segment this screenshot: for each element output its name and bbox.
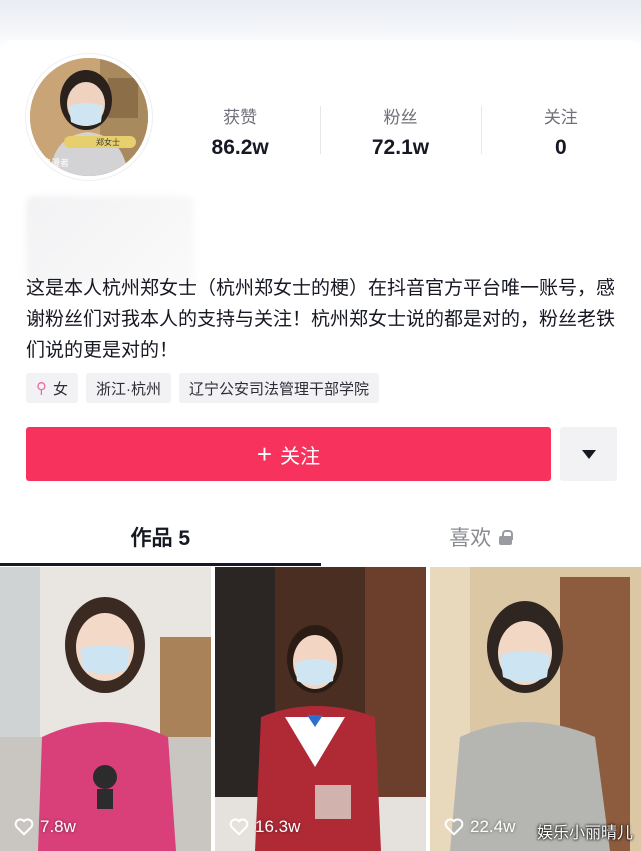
watermark-text: 娱乐小丽晴儿 — [536, 825, 633, 842]
more-options-button[interactable] — [560, 427, 617, 481]
tab-works-label: 作品 5 — [130, 527, 190, 550]
video-thumbnail-image — [0, 567, 211, 851]
gender-label: 女 — [53, 380, 69, 398]
lock-icon — [499, 529, 514, 545]
video-thumbnail-image — [430, 567, 641, 851]
follow-button[interactable]: + 关注 — [26, 427, 551, 481]
video-likes-count: 22.4w — [470, 817, 516, 836]
video-likes: 16.3w — [229, 817, 300, 837]
profile-tags: ⚲ 女 浙江·杭州 辽宁公安司法管理干部学院 — [26, 373, 380, 403]
video-likes: 22.4w — [444, 817, 515, 837]
bio-text: 这是本人杭州郑女士（杭州郑女士的梗）在抖音官方平台唯一账号，感谢粉丝们对我本人的… — [26, 278, 616, 361]
tab-works[interactable]: 作品 5 — [0, 508, 321, 566]
female-icon: ⚲ — [36, 380, 47, 397]
stats-bar: 获赞 86.2w 粉丝 72.1w 关注 0 — [160, 98, 641, 164]
heart-icon — [444, 818, 464, 836]
heart-icon — [14, 818, 34, 836]
stat-followers[interactable]: 粉丝 72.1w — [320, 98, 480, 164]
video-grid: 7.8w 16.3w 22.4w 娱乐小丽晴儿 — [0, 567, 641, 851]
location-label: 浙江·杭州 — [96, 380, 162, 398]
stat-following-label: 关注 — [543, 107, 578, 127]
video-thumbnail[interactable]: 16.3w — [215, 567, 426, 851]
school-tag[interactable]: 辽宁公安司法管理干部学院 — [179, 373, 380, 403]
avatar-image: 郑女士 浪漫者 — [30, 58, 148, 176]
stat-followers-label: 粉丝 — [383, 107, 418, 127]
video-thumbnail-image — [215, 567, 426, 851]
tab-likes-label: 喜欢 — [449, 527, 492, 550]
tab-likes[interactable]: 喜欢 — [321, 508, 641, 566]
stat-likes[interactable]: 获赞 86.2w — [160, 98, 320, 164]
location-tag: 浙江·杭州 — [86, 373, 172, 403]
stat-following-value: 0 — [554, 135, 567, 159]
heart-icon — [229, 818, 249, 836]
caret-down-icon — [581, 449, 596, 459]
video-thumbnail[interactable]: 7.8w — [0, 567, 211, 851]
school-label: 辽宁公安司法管理干部学院 — [189, 380, 370, 398]
stat-likes-label: 获赞 — [223, 107, 258, 127]
avatar-caption-text: 浪漫者 — [42, 157, 69, 169]
avatar-badge-text: 郑女士 — [96, 137, 120, 147]
content-tabs: 作品 5 喜欢 — [0, 508, 641, 566]
avatar[interactable]: 郑女士 浪漫者 — [26, 54, 152, 180]
gender-tag: ⚲ 女 — [26, 373, 79, 403]
plus-icon: + — [256, 439, 273, 469]
video-likes-count: 7.8w — [40, 817, 76, 836]
video-thumbnail[interactable]: 22.4w 娱乐小丽晴儿 — [430, 567, 641, 851]
stat-followers-value: 72.1w — [371, 135, 430, 159]
follow-label: 关注 — [280, 445, 321, 468]
stat-likes-value: 86.2w — [211, 135, 269, 159]
stat-following[interactable]: 关注 0 — [480, 98, 641, 164]
video-likes-count: 16.3w — [255, 817, 301, 836]
video-likes: 7.8w — [14, 817, 76, 837]
